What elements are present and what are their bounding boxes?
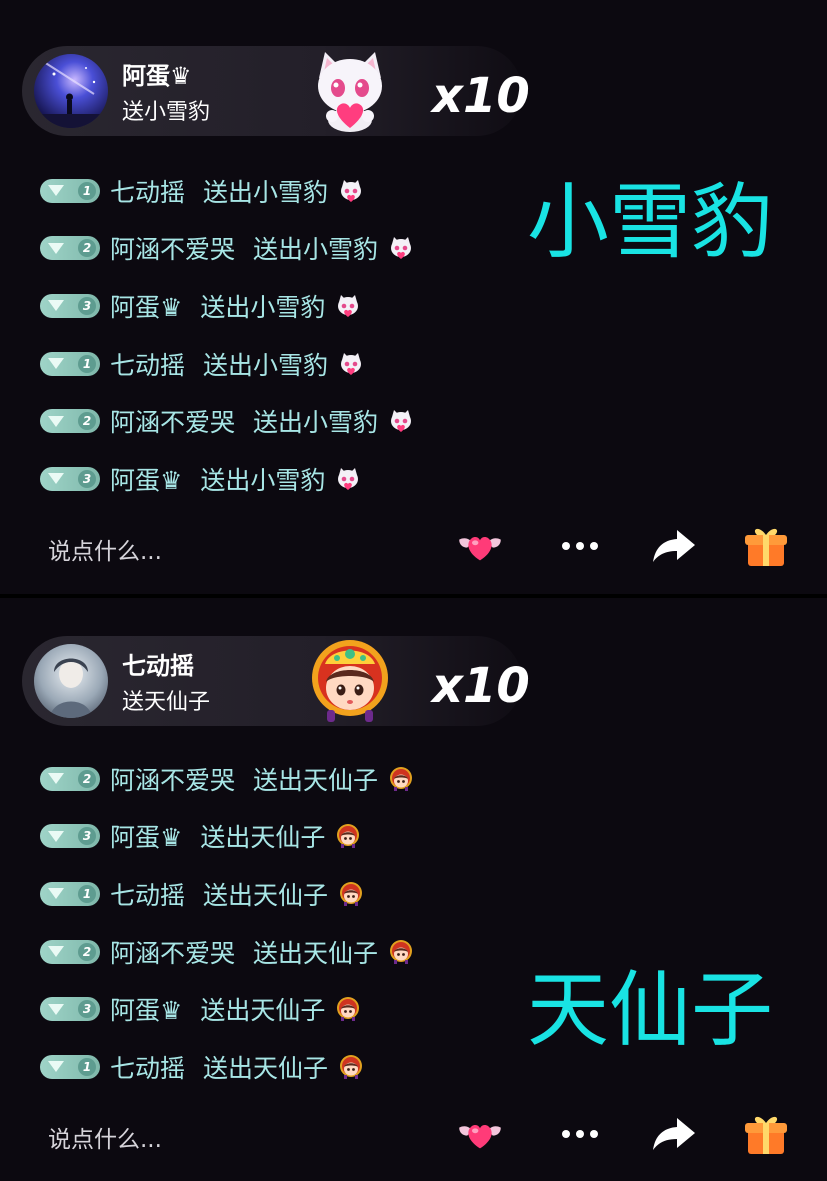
- snow-leopard-mini-icon: [338, 294, 359, 317]
- fan-level-badge: 3: [40, 466, 100, 491]
- list-item: 2 阿涵不爱哭 送出天仙子: [40, 923, 414, 981]
- fairy-mini-icon: [340, 1054, 363, 1079]
- gift-action: 送出天仙子: [253, 765, 379, 795]
- user-name[interactable]: 阿涵不爱哭: [110, 934, 235, 970]
- fan-level-badge: 2: [40, 236, 100, 261]
- snow-leopard-gift-icon: [307, 48, 393, 134]
- avatar[interactable]: [34, 644, 108, 718]
- fan-level-badge: 2: [40, 409, 100, 434]
- fan-level-badge: 1: [40, 178, 100, 203]
- snow-leopard-mini-icon: [391, 237, 412, 260]
- gift-banner: 七动摇 送天仙子 x10: [22, 636, 530, 726]
- snow-leopard-mini-icon: [338, 467, 359, 490]
- list-item: 2 阿涵不爱哭 送出天仙子: [40, 750, 414, 808]
- list-item: 3 阿蛋♛ 送出天仙子: [40, 980, 414, 1038]
- fairy-mini-icon: [390, 939, 413, 964]
- fairy-mini-icon: [337, 997, 360, 1022]
- fan-level-badge: 2: [40, 766, 100, 791]
- fairy-gift-icon: [307, 638, 393, 724]
- fairy-mini-icon: [340, 881, 363, 906]
- gift-name-label: 小雪豹: [526, 175, 773, 270]
- avatar[interactable]: [34, 54, 108, 128]
- sender-name: 七动摇: [122, 652, 194, 680]
- user-name[interactable]: 阿涵不爱哭: [110, 403, 235, 439]
- fan-level-badge: 3: [40, 293, 100, 318]
- snow-leopard-mini-icon: [341, 179, 362, 202]
- gift-action: 送出小雪豹: [253, 408, 379, 438]
- gift-description: 送天仙子: [122, 690, 211, 715]
- gift-count: x10: [432, 658, 530, 714]
- user-name[interactable]: 七动摇: [110, 346, 185, 382]
- gift-description: 送小雪豹: [122, 100, 211, 125]
- gift-name-label: 天仙子: [526, 963, 773, 1058]
- list-item: 3 阿蛋♛ 送出小雪豹: [40, 450, 414, 508]
- list-item: 1 七动摇 送出天仙子: [40, 865, 414, 923]
- sender-name: 阿蛋♛: [122, 62, 192, 90]
- fan-level-badge: 3: [40, 997, 100, 1022]
- heart-wings-icon[interactable]: [456, 522, 504, 570]
- comment-input[interactable]: 说点什么...: [48, 532, 162, 566]
- fan-level-badge: 2: [40, 939, 100, 964]
- gift-action: 送出小雪豹: [203, 177, 329, 207]
- gift-action: 送出天仙子: [203, 880, 329, 910]
- user-name[interactable]: 阿蛋♛: [110, 818, 182, 854]
- list-item: 3 阿蛋♛ 送出小雪豹: [40, 277, 414, 335]
- fan-level-badge: 1: [40, 881, 100, 906]
- bottom-bar: 说点什么...: [0, 1104, 827, 1164]
- gift-box-icon[interactable]: [742, 1110, 790, 1158]
- live-chat-panel-tianxianzi: 七动摇 送天仙子 x10 2 阿涵不爱哭 送出天仙子 3 阿蛋♛ 送出天仙子 1…: [0, 598, 827, 1181]
- gift-action: 送出天仙子: [200, 823, 326, 853]
- gift-message-list: 2 阿涵不爱哭 送出天仙子 3 阿蛋♛ 送出天仙子 1 七动摇 送出天仙子 2 …: [40, 750, 414, 1096]
- comment-input[interactable]: 说点什么...: [48, 1120, 162, 1154]
- heart-wings-icon[interactable]: [456, 1110, 504, 1158]
- gift-action: 送出天仙子: [203, 1053, 329, 1083]
- fairy-mini-icon: [337, 824, 360, 849]
- list-item: 2 阿涵不爱哭 送出小雪豹: [40, 392, 414, 450]
- snow-leopard-mini-icon: [391, 410, 412, 433]
- fan-level-badge: 1: [40, 351, 100, 376]
- list-item: 1 七动摇 送出小雪豹: [40, 162, 414, 220]
- list-item: 2 阿涵不爱哭 送出小雪豹: [40, 220, 414, 278]
- gift-action: 送出天仙子: [253, 938, 379, 968]
- gift-action: 送出小雪豹: [253, 235, 379, 265]
- share-arrow-icon[interactable]: [650, 1110, 698, 1158]
- snow-leopard-mini-icon: [341, 352, 362, 375]
- user-name[interactable]: 七动摇: [110, 173, 185, 209]
- gift-action: 送出小雪豹: [200, 465, 326, 495]
- fairy-mini-icon: [390, 766, 413, 791]
- more-dots-icon[interactable]: [556, 522, 604, 570]
- user-name[interactable]: 阿涵不爱哭: [110, 761, 235, 797]
- gift-action: 送出天仙子: [200, 996, 326, 1026]
- share-arrow-icon[interactable]: [650, 522, 698, 570]
- gift-count: x10: [432, 68, 530, 124]
- live-chat-panel-xiaoxuebao: 阿蛋♛ 送小雪豹 x10 1 七动摇 送出小雪豹 2 阿涵不爱哭 送出小雪豹 3…: [0, 0, 827, 594]
- gift-message-list: 1 七动摇 送出小雪豹 2 阿涵不爱哭 送出小雪豹 3 阿蛋♛ 送出小雪豹 1 …: [40, 162, 414, 508]
- bottom-bar: 说点什么...: [0, 516, 827, 576]
- fan-level-badge: 3: [40, 824, 100, 849]
- fan-level-badge: 1: [40, 1054, 100, 1079]
- user-name[interactable]: 七动摇: [110, 1049, 185, 1085]
- more-dots-icon[interactable]: [556, 1110, 604, 1158]
- user-name[interactable]: 阿蛋♛: [110, 461, 182, 497]
- gift-box-icon[interactable]: [742, 522, 790, 570]
- user-name[interactable]: 阿涵不爱哭: [110, 230, 235, 266]
- list-item: 1 七动摇 送出天仙子: [40, 1038, 414, 1096]
- gift-action: 送出小雪豹: [200, 292, 326, 322]
- gift-banner: 阿蛋♛ 送小雪豹 x10: [22, 46, 530, 136]
- user-name[interactable]: 七动摇: [110, 876, 185, 912]
- user-name[interactable]: 阿蛋♛: [110, 288, 182, 324]
- list-item: 1 七动摇 送出小雪豹: [40, 335, 414, 393]
- list-item: 3 阿蛋♛ 送出天仙子: [40, 808, 414, 866]
- user-name[interactable]: 阿蛋♛: [110, 991, 182, 1027]
- gift-action: 送出小雪豹: [203, 350, 329, 380]
